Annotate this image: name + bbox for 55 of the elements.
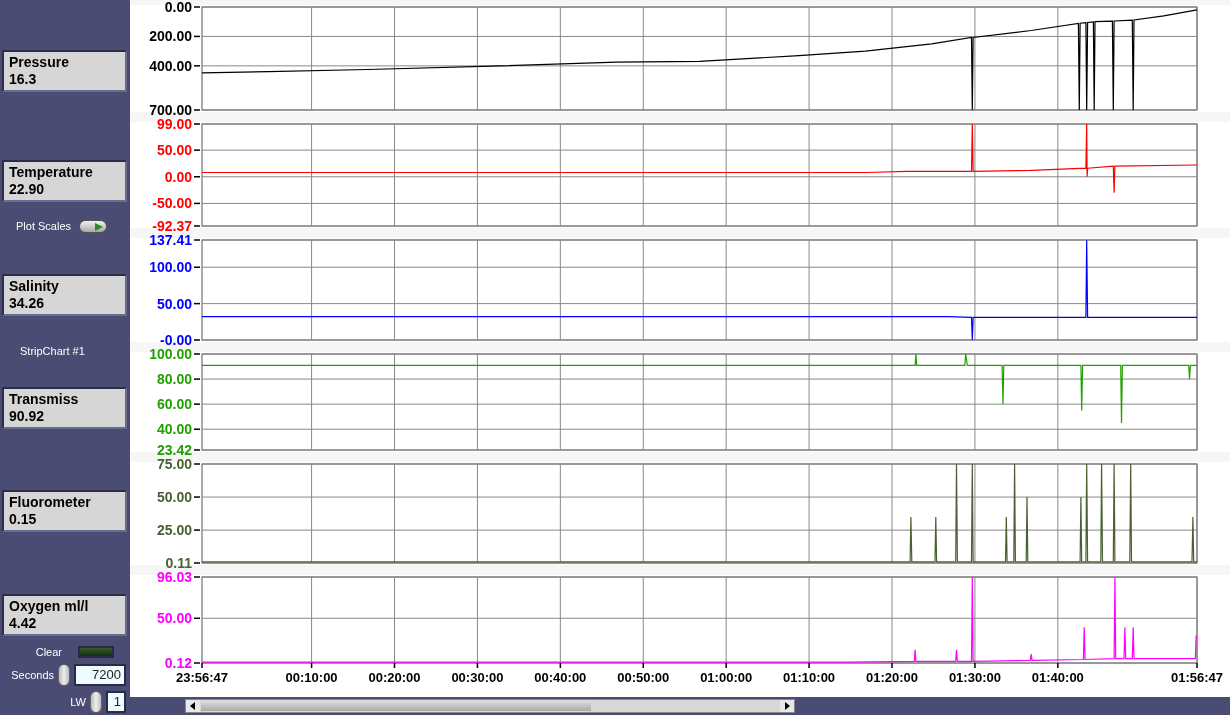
y-axis-label: 50.00 bbox=[156, 610, 192, 627]
y-axis-label: 75.00 bbox=[156, 457, 192, 472]
scroll-left-icon[interactable] bbox=[186, 700, 200, 712]
arrow-icon bbox=[95, 222, 104, 231]
time-axis-label: 00:20:00 bbox=[368, 670, 421, 685]
y-axis-label: 100.00 bbox=[149, 259, 192, 276]
indicator-display: Salinity 34.26 bbox=[2, 273, 127, 316]
time-axis-label: 01:00:00 bbox=[700, 670, 753, 685]
chart-caption: StripChart #1 bbox=[20, 344, 85, 357]
y-axis-label: 400.00 bbox=[149, 57, 192, 74]
y-axis-label: 99.00 bbox=[156, 117, 192, 132]
led-label: Clear bbox=[35, 644, 62, 660]
indicator-display: Pressure 16.3 bbox=[2, 50, 127, 92]
y-axis-label: 25.00 bbox=[156, 522, 192, 539]
time-axis-label: 01:20:00 bbox=[866, 670, 919, 685]
indicator-display: Transmiss 90.92 bbox=[2, 386, 127, 429]
time-axis-label: 23:56:47 bbox=[176, 670, 228, 685]
indicator-display: Fluorometer 0.15 bbox=[2, 489, 127, 532]
y-axis-label: -0.00 bbox=[160, 332, 192, 347]
y-axis-label: -92.37 bbox=[152, 218, 192, 233]
indicator-display: Temperature 22.90 bbox=[2, 160, 127, 202]
y-axis-label: -50.00 bbox=[152, 195, 192, 212]
y-axis-label: 137.41 bbox=[149, 233, 192, 248]
indicator-display: Oxygen ml/l 4.42 bbox=[2, 593, 127, 636]
y-axis-label: 0.00 bbox=[164, 168, 192, 185]
y-axis-label: 60.00 bbox=[156, 396, 192, 413]
time-axis-label: 00:50:00 bbox=[617, 670, 670, 685]
y-axis-label: 0.00 bbox=[164, 0, 192, 15]
y-axis-label: 40.00 bbox=[156, 421, 192, 438]
horizontal-scrollbar[interactable] bbox=[185, 699, 795, 713]
y-axis-label: 50.00 bbox=[156, 142, 192, 159]
number-field[interactable]: 7200 bbox=[74, 664, 126, 686]
y-axis-label: 96.03 bbox=[156, 570, 192, 585]
scroll-right-icon[interactable] bbox=[780, 700, 794, 712]
time-axis-label: 01:10:00 bbox=[783, 670, 836, 685]
y-axis-label: 200.00 bbox=[149, 28, 192, 45]
time-axis-label: 00:30:00 bbox=[451, 670, 504, 685]
toggle-switch[interactable] bbox=[79, 219, 108, 233]
y-axis-label: 50.00 bbox=[156, 489, 192, 506]
y-axis-label: 23.42 bbox=[156, 442, 192, 457]
time-axis-label: 01:30:00 bbox=[948, 670, 1001, 685]
y-axis-label: 50.00 bbox=[156, 295, 192, 312]
spinner-label: Seconds bbox=[11, 667, 54, 683]
number-field[interactable]: 1 bbox=[106, 691, 126, 713]
y-axis-label: 100.00 bbox=[149, 347, 192, 362]
y-axis-label: 80.00 bbox=[156, 371, 192, 388]
y-axis-label: 700.00 bbox=[149, 102, 192, 117]
time-axis-label: 00:10:00 bbox=[285, 670, 338, 685]
plot-scales-label: Plot Scales bbox=[16, 219, 72, 234]
y-axis-label: 0.11 bbox=[165, 555, 192, 570]
y-axis-label: 0.12 bbox=[164, 655, 192, 671]
spinner-label: LW bbox=[70, 694, 86, 710]
time-axis-label: 01:40:00 bbox=[1031, 670, 1084, 685]
time-axis-label: 00:40:00 bbox=[534, 670, 587, 685]
time-axis-label: 01:56:47 bbox=[1171, 670, 1223, 685]
